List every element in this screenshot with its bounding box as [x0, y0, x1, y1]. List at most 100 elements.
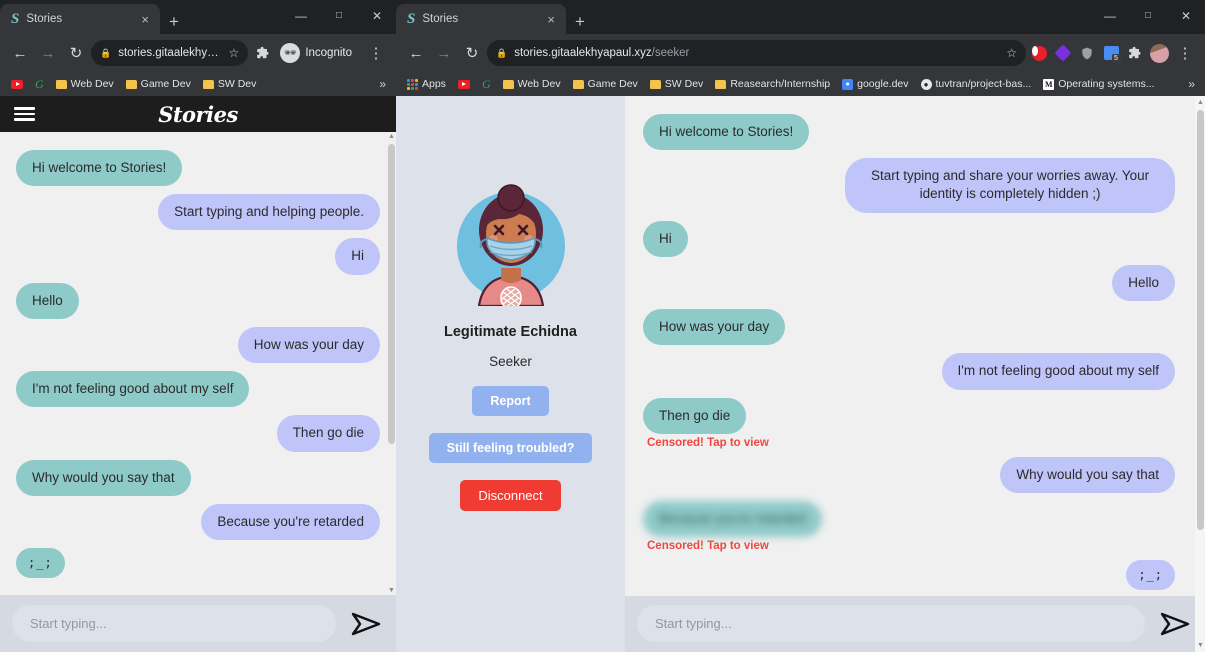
- folder-icon: [715, 79, 727, 89]
- shield-icon[interactable]: [1076, 42, 1098, 64]
- app-header-left: Stories: [0, 96, 396, 132]
- maximize-button[interactable]: □: [1129, 11, 1167, 21]
- bookmark-google-dev[interactable]: ● google.dev: [837, 76, 913, 92]
- close-icon[interactable]: ×: [138, 11, 152, 28]
- scroll-down-icon[interactable]: ▼: [387, 586, 396, 595]
- forward-icon[interactable]: →: [431, 40, 457, 66]
- bookmark-research-internship[interactable]: Reasearch/Internship: [710, 76, 835, 92]
- message-input-right[interactable]: Start typing...: [637, 605, 1145, 643]
- browser-toolbar-left: ← → ↻ 🔒 stories.gitaalekhyapa... ☆ 🕶 Inc…: [0, 34, 396, 72]
- chat-message-row: Then go die: [16, 415, 380, 452]
- bookmark-label: Web Dev: [70, 78, 114, 90]
- message-input-left[interactable]: Start typing...: [12, 605, 336, 642]
- chat-bubble: Hi: [643, 220, 688, 257]
- github-icon: ●: [920, 78, 932, 90]
- composer-right: Start typing...: [625, 595, 1205, 652]
- scroll-down-icon[interactable]: ▼: [1196, 641, 1205, 650]
- app-viewport-right: Legitimate Echidna Seeker Report Still f…: [396, 96, 1205, 652]
- chat-message-list-left[interactable]: Hi welcome to Stories! Start typing and h…: [0, 132, 396, 595]
- url-text: stories.gitaalekhyapaul.xyz/seeker: [514, 47, 999, 59]
- still-feeling-troubled-button[interactable]: Still feeling troubled?: [428, 433, 593, 463]
- new-tab-button[interactable]: +: [169, 13, 179, 34]
- chat-message-list-right[interactable]: Hi welcome to Stories! Start typing and s…: [625, 96, 1205, 596]
- bookmark-game-dev[interactable]: Game Dev: [121, 76, 196, 92]
- reload-icon[interactable]: ↻: [63, 40, 89, 66]
- tab-stories-right[interactable]: S Stories ×: [396, 4, 566, 34]
- incognito-indicator[interactable]: 🕶 Incognito: [278, 40, 361, 66]
- bookmark-sw-dev[interactable]: SW Dev: [198, 76, 262, 92]
- browser-menu-icon[interactable]: ⋮: [1172, 40, 1198, 66]
- bookmarks-bar-right: Apps G Web Dev Game Dev SW Dev Reasearch…: [396, 72, 1205, 96]
- puzzle-piece-icon[interactable]: [250, 40, 276, 66]
- minimize-button[interactable]: —: [282, 10, 320, 22]
- chat-message-row: How was your day: [16, 326, 380, 364]
- scroll-up-icon[interactable]: ▲: [1196, 98, 1205, 107]
- close-icon[interactable]: ×: [544, 11, 558, 28]
- url-path: /seeker: [651, 47, 690, 59]
- purple-diamond-icon[interactable]: [1052, 42, 1074, 64]
- chat-bubble: Hello: [16, 282, 79, 319]
- page-scrollbar-right[interactable]: ▲ ▼: [1195, 96, 1205, 652]
- send-button-left[interactable]: [348, 612, 384, 636]
- bookmark-label: SW Dev: [217, 78, 257, 90]
- opera-vpn-icon[interactable]: [1028, 42, 1050, 64]
- bookmark-operating-systems[interactable]: M Operating systems...: [1038, 76, 1159, 92]
- bookmark-web-dev[interactable]: Web Dev: [498, 76, 566, 92]
- window-controls-right: — □ ✕: [1091, 0, 1205, 32]
- send-button-right[interactable]: [1157, 612, 1193, 636]
- bookmark-apps[interactable]: Apps: [402, 76, 451, 92]
- browser-window-left: S Stories × + — □ ✕ ← → ↻ 🔒 stories.gita…: [0, 0, 396, 652]
- bookmark-web-dev[interactable]: Web Dev: [51, 76, 119, 92]
- puzzle-piece-icon[interactable]: [1124, 42, 1146, 64]
- bookmark-grammarly[interactable]: G: [30, 76, 49, 92]
- scroll-up-icon[interactable]: ▲: [387, 132, 396, 141]
- censored-notice[interactable]: Censored! Tap to view: [647, 540, 769, 552]
- report-button[interactable]: Report: [472, 386, 549, 416]
- address-bar-left[interactable]: 🔒 stories.gitaalekhyapa... ☆: [91, 40, 249, 66]
- maximize-button[interactable]: □: [320, 11, 358, 21]
- chat-message-row: I'm not feeling good about my self: [643, 353, 1175, 390]
- forward-icon[interactable]: →: [35, 40, 61, 66]
- bookmark-grammarly[interactable]: G: [477, 76, 496, 92]
- bookmark-youtube[interactable]: [6, 78, 28, 91]
- tab-stories-left[interactable]: S Stories ×: [0, 4, 160, 34]
- bookmark-github-project[interactable]: ● tuvtran/project-bas...: [916, 76, 1037, 92]
- bookmarks-overflow-icon[interactable]: »: [1188, 77, 1199, 91]
- bookmark-youtube[interactable]: [453, 78, 475, 91]
- profile-role: Seeker: [489, 354, 532, 369]
- profile-name: Legitimate Echidna: [444, 324, 577, 340]
- browser-menu-icon[interactable]: ⋮: [363, 40, 389, 66]
- bookmark-star-icon[interactable]: ☆: [1006, 46, 1017, 60]
- blue-app-icon[interactable]: [1100, 42, 1122, 64]
- reload-icon[interactable]: ↻: [459, 40, 485, 66]
- minimize-button[interactable]: —: [1091, 10, 1129, 22]
- censored-notice[interactable]: Censored! Tap to view: [647, 437, 769, 449]
- app-brand-logo: Stories: [158, 101, 238, 127]
- chat-scrollbar-left[interactable]: ▲ ▼: [387, 132, 396, 595]
- chat-message-row[interactable]: Because you're retarded Censored! Tap to …: [643, 500, 1175, 552]
- close-window-button[interactable]: ✕: [358, 10, 396, 22]
- profile-avatar-icon[interactable]: [1148, 42, 1170, 64]
- bookmark-sw-dev[interactable]: SW Dev: [645, 76, 709, 92]
- new-tab-button[interactable]: +: [575, 13, 585, 34]
- chat-bubble[interactable]: Because you're retarded: [643, 500, 822, 538]
- bookmark-label: Web Dev: [517, 78, 561, 90]
- browser-toolbar-right: ← → ↻ 🔒 stories.gitaalekhyapaul.xyz/seek…: [396, 34, 1205, 72]
- bookmark-label: Game Dev: [140, 78, 191, 90]
- back-icon[interactable]: ←: [7, 40, 33, 66]
- hamburger-icon[interactable]: [14, 107, 35, 121]
- tab-strip-left: S Stories × + — □ ✕: [0, 0, 396, 34]
- bookmarks-overflow-icon[interactable]: »: [379, 77, 390, 91]
- chat-message-row[interactable]: Then go die Censored! Tap to view: [643, 397, 1175, 449]
- chat-message-row: ;_;: [643, 560, 1175, 591]
- bookmark-star-icon[interactable]: ☆: [229, 46, 240, 60]
- chat-bubble[interactable]: Then go die: [643, 397, 747, 434]
- grammarly-icon: G: [481, 77, 491, 91]
- back-icon[interactable]: ←: [403, 40, 429, 66]
- bookmark-game-dev[interactable]: Game Dev: [568, 76, 643, 92]
- chat-message-row: Start typing and helping people.: [16, 194, 380, 231]
- chat-message-row: Why would you say that: [643, 456, 1175, 493]
- close-window-button[interactable]: ✕: [1167, 10, 1205, 22]
- disconnect-button[interactable]: Disconnect: [460, 480, 561, 511]
- address-bar-right[interactable]: 🔒 stories.gitaalekhyapaul.xyz/seeker ☆: [487, 40, 1026, 66]
